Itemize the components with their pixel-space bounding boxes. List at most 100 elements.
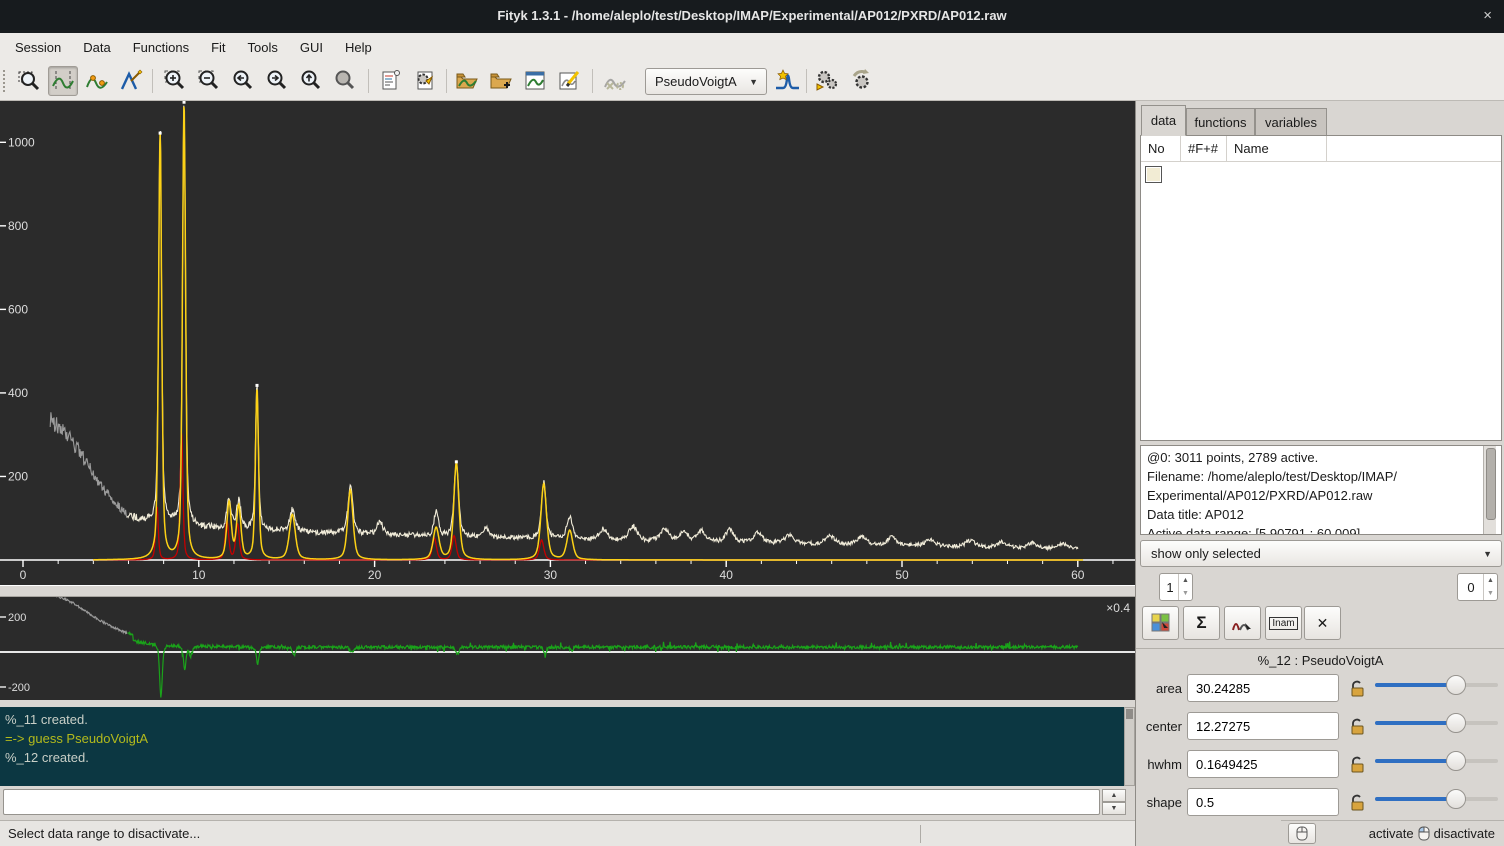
tab-variables[interactable]: variables [1255, 108, 1327, 136]
svg-text:800: 800 [8, 219, 28, 233]
menu-session[interactable]: Session [4, 35, 72, 60]
row-name: AP012 [1227, 162, 1327, 187]
data-range-icon[interactable] [48, 66, 78, 96]
param-label: hwhm [1136, 757, 1182, 772]
undo-fit-icon[interactable] [600, 66, 630, 96]
zoom-right-icon[interactable] [262, 66, 292, 96]
run-fit-icon[interactable] [812, 66, 842, 96]
hwhm-slider[interactable] [1375, 750, 1498, 772]
function-title: %_12 : PseudoVoigtA [1136, 653, 1504, 668]
slider-thumb[interactable] [1446, 675, 1466, 695]
functions-visibility-button[interactable] [1224, 606, 1261, 640]
toolbar-separator [446, 69, 447, 93]
function-names-button[interactable]: Inam [1265, 606, 1302, 640]
aux-plot[interactable]: 200-200×0.4 [0, 597, 1135, 700]
area-input[interactable] [1187, 674, 1339, 702]
title-bar[interactable]: Fityk 1.3.1 - /home/aleplo/test/Desktop/… [0, 0, 1504, 33]
draw-peak-icon[interactable] [116, 66, 146, 96]
console-scrollbar[interactable] [1124, 707, 1135, 786]
center-input[interactable] [1187, 712, 1339, 740]
zoom-left-icon[interactable] [228, 66, 258, 96]
menu-help[interactable]: Help [334, 35, 383, 60]
info-line: Filename: /home/aleplo/test/Desktop/IMAP… [1147, 467, 1495, 486]
point-size-spinner[interactable]: 1 ▲ ▼ [1159, 573, 1193, 601]
history-down-button[interactable]: ▼ [1102, 802, 1126, 815]
spin-up-icon[interactable]: ▲ [1178, 574, 1192, 587]
edit-data-icon[interactable] [554, 66, 584, 96]
scrollbar-thumb[interactable] [1126, 709, 1133, 719]
point-size-value: 1 [1160, 580, 1180, 595]
chevron-down-icon: ▼ [1483, 549, 1492, 559]
toolbar-separator [152, 69, 153, 93]
zoom-all-icon[interactable] [330, 66, 360, 96]
slider-thumb[interactable] [1446, 789, 1466, 809]
add-peak-icon[interactable] [82, 66, 112, 96]
center-slider[interactable] [1375, 712, 1498, 734]
menu-tools[interactable]: Tools [237, 35, 289, 60]
param-row-area: area [1136, 674, 1504, 704]
svg-text:60: 60 [1071, 568, 1085, 582]
spin-down-icon[interactable]: ▼ [1483, 587, 1497, 600]
info-scrollbar[interactable] [1483, 446, 1496, 534]
activate-label: activate [1369, 826, 1414, 841]
zoom-rect-icon[interactable] [14, 66, 44, 96]
menu-functions[interactable]: Functions [122, 35, 200, 60]
lock-icon[interactable] [1347, 715, 1367, 737]
lock-icon[interactable] [1347, 791, 1367, 813]
tab-data[interactable]: data [1141, 105, 1186, 136]
spin-down-icon[interactable]: ▼ [1178, 587, 1192, 600]
peak-type-value: PseudoVoigtA [655, 74, 737, 89]
row-check-cell[interactable]: 0 [1141, 162, 1181, 187]
sum-button[interactable]: Σ [1183, 606, 1220, 640]
history-up-button[interactable]: ▲ [1102, 789, 1126, 802]
save-image-icon[interactable] [520, 66, 550, 96]
command-input[interactable] [3, 789, 1100, 815]
param-label: shape [1136, 795, 1182, 810]
hwhm-input[interactable] [1187, 750, 1339, 778]
data-colors-button[interactable] [1142, 606, 1179, 640]
divider [1136, 648, 1504, 649]
param-label: area [1136, 681, 1182, 696]
append-data-icon[interactable] [486, 66, 516, 96]
param-label: center [1136, 719, 1182, 734]
main-plot[interactable]: 01020304050602004006008001000 [0, 101, 1135, 585]
shift-spinner[interactable]: 0 ▲ ▼ [1457, 573, 1498, 601]
show-mode-dropdown[interactable]: show only selected ▼ [1140, 540, 1502, 567]
area-slider[interactable] [1375, 674, 1498, 696]
open-data-icon[interactable] [452, 66, 482, 96]
tab-functions[interactable]: functions [1186, 108, 1255, 136]
shape-slider[interactable] [1375, 788, 1498, 810]
lock-icon[interactable] [1347, 677, 1367, 699]
row-ff: 12+0 [1181, 162, 1227, 187]
lock-icon[interactable] [1347, 753, 1367, 775]
shape-input[interactable] [1187, 788, 1339, 816]
run-script-icon[interactable] [410, 66, 440, 96]
zoom-in-rect-icon[interactable] [160, 66, 190, 96]
menu-fit[interactable]: Fit [200, 35, 236, 60]
col-no: No [1141, 136, 1181, 161]
zoom-up-icon[interactable] [296, 66, 326, 96]
dataset-checkbox[interactable] [1146, 167, 1161, 182]
toolbar-grip[interactable] [3, 70, 9, 92]
param-row-shape: shape [1136, 788, 1504, 818]
zoom-out-rect-icon[interactable] [194, 66, 224, 96]
activate-hint-row: activate disactivate [1281, 820, 1504, 846]
guess-peak-icon[interactable] [772, 66, 802, 96]
scrollbar-thumb[interactable] [1486, 448, 1496, 520]
menu-data[interactable]: Data [72, 35, 121, 60]
script-icon[interactable] [376, 66, 406, 96]
continue-fit-icon[interactable] [846, 66, 876, 96]
table-row[interactable]: 0 12+0 AP012 [1141, 162, 1328, 187]
delete-button[interactable]: ✕ [1304, 606, 1341, 640]
main-plot-canvas[interactable]: 01020304050602004006008001000 [0, 101, 1135, 585]
close-icon[interactable]: × [1483, 7, 1492, 24]
menu-gui[interactable]: GUI [289, 35, 334, 60]
slider-thumb[interactable] [1446, 751, 1466, 771]
slider-thumb[interactable] [1446, 713, 1466, 733]
plot-splitter[interactable] [0, 585, 1135, 597]
aux-plot-canvas[interactable]: 200-200×0.4 [0, 597, 1135, 700]
peak-type-dropdown[interactable]: PseudoVoigtA ▼ [645, 68, 767, 95]
info-line: Active data range: [5.90791 : 60.009] [1147, 524, 1495, 535]
spin-up-icon[interactable]: ▲ [1483, 574, 1497, 587]
menu-bar: Session Data Functions Fit Tools GUI Hel… [0, 33, 1504, 62]
